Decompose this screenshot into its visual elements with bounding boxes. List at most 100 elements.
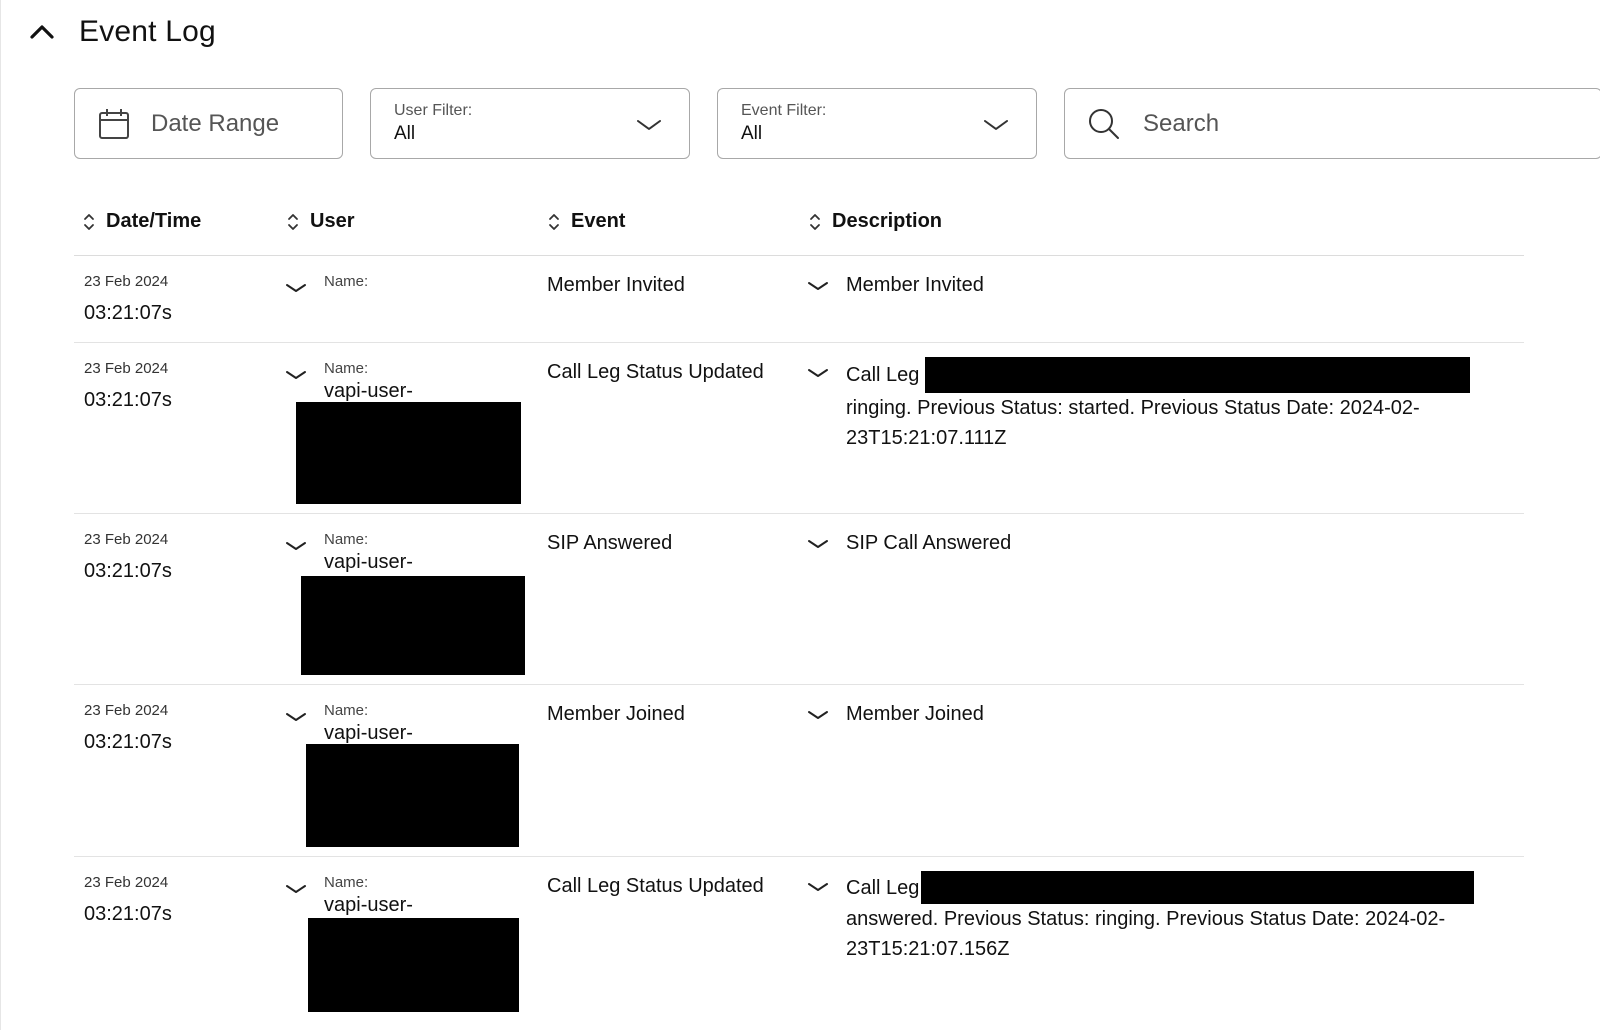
column-header-description[interactable]: Description [808, 210, 942, 233]
event-cell: Member Invited [547, 274, 685, 296]
column-header-label: Event [571, 210, 626, 232]
search-icon [1087, 107, 1121, 141]
search-box [1064, 88, 1600, 159]
column-header-user[interactable]: User [286, 210, 354, 233]
description-text: Call Leg [846, 876, 920, 899]
redacted-block [925, 357, 1471, 393]
sort-icon [286, 211, 300, 233]
redacted-block [308, 918, 519, 1012]
event-time: 03:21:07s [84, 389, 172, 411]
user-cell: Name: vapi-user- [324, 873, 413, 917]
search-input[interactable] [1141, 108, 1561, 139]
column-header-label: Date/Time [106, 210, 202, 232]
event-date: 23 Feb 2024 [84, 702, 169, 719]
event-time: 03:21:07s [84, 302, 172, 324]
name-label: Name: [324, 702, 369, 719]
table-header: Date/Time User Event Description [74, 196, 1524, 256]
user-cell: Name: vapi-user- [324, 359, 413, 403]
expand-description-button[interactable] [806, 703, 830, 727]
chevron-down-icon [808, 711, 828, 719]
table-row: 23 Feb 2024 03:21:07s Name: vapi-user- C… [74, 857, 1524, 1027]
date-time-cell: 23 Feb 2024 03:21:07s [84, 873, 172, 929]
date-time-cell: 23 Feb 2024 03:21:07s [84, 272, 172, 328]
chevron-up-icon [30, 25, 54, 39]
date-range-label: Date Range [151, 109, 280, 137]
event-filter-value: All [741, 122, 763, 144]
table-row: 23 Feb 2024 03:21:07s Name: vapi-user- C… [74, 343, 1524, 514]
expand-description-button[interactable] [806, 274, 830, 298]
expand-user-button[interactable] [284, 877, 308, 901]
expand-description-button[interactable] [806, 532, 830, 556]
user-name: vapi-user- [324, 722, 413, 744]
description-text: Member Joined [846, 703, 984, 725]
table-row: 23 Feb 2024 03:21:07s Name: Member Invit… [74, 256, 1524, 343]
expand-user-button[interactable] [284, 705, 308, 729]
name-label: Name: [324, 531, 369, 548]
description-cell: Member Joined [846, 699, 1506, 729]
name-label: Name: [324, 360, 369, 377]
chevron-down-icon [808, 282, 828, 290]
description-detail: answered. Previous Status: ringing. Prev… [846, 908, 1446, 960]
column-header-label: User [310, 210, 355, 232]
event-date: 23 Feb 2024 [84, 874, 169, 891]
event-date: 23 Feb 2024 [84, 360, 169, 377]
user-filter-select[interactable]: User Filter: All [370, 88, 690, 159]
date-range-button[interactable]: Date Range [74, 88, 343, 159]
description-text: SIP Call Answered [846, 532, 1012, 554]
date-time-cell: 23 Feb 2024 03:21:07s [84, 530, 172, 586]
expand-user-button[interactable] [284, 534, 308, 558]
user-cell: Name: [324, 272, 368, 292]
chevron-down-icon [808, 883, 828, 891]
description-cell: Member Invited [846, 270, 1506, 300]
user-name: vapi-user- [324, 894, 413, 916]
table-row: 23 Feb 2024 03:21:07s Name: vapi-user- M… [74, 685, 1524, 857]
description-text: Member Invited [846, 274, 984, 296]
chevron-down-icon [286, 542, 306, 550]
table-row: 23 Feb 2024 03:21:07s Name: vapi-user- S… [74, 514, 1524, 685]
expand-description-button[interactable] [806, 361, 830, 385]
date-time-cell: 23 Feb 2024 03:21:07s [84, 701, 172, 757]
description-cell: SIP Call Answered [846, 528, 1506, 558]
expand-description-button[interactable] [806, 875, 830, 899]
chevron-down-icon [286, 284, 306, 292]
description-cell: Call Leg answered. Previous Status: ring… [846, 871, 1506, 964]
event-time: 03:21:07s [84, 903, 172, 925]
event-time: 03:21:07s [84, 560, 172, 582]
page-title: Event Log [79, 15, 216, 48]
chevron-down-icon [286, 885, 306, 893]
sort-icon [808, 211, 822, 233]
redacted-block [296, 402, 521, 504]
chevron-down-icon [982, 111, 1010, 139]
event-filter-select[interactable]: Event Filter: All [717, 88, 1037, 159]
chevron-down-icon [808, 540, 828, 548]
event-cell: Call Leg Status Updated [547, 361, 764, 383]
collapse-button[interactable] [27, 17, 57, 47]
event-time: 03:21:07s [84, 731, 172, 753]
column-header-date-time[interactable]: Date/Time [82, 210, 201, 233]
user-filter-value: All [394, 122, 416, 144]
event-cell: Member Joined [547, 703, 685, 725]
description-cell: Call Leg ringing. Previous Status: start… [846, 357, 1506, 453]
user-name: vapi-user- [324, 380, 413, 402]
user-name: vapi-user- [324, 551, 413, 573]
chevron-down-icon [286, 371, 306, 379]
event-log-page: Event Log Date Range User Filter: All Ev… [1, 0, 1600, 1030]
date-time-cell: 23 Feb 2024 03:21:07s [84, 359, 172, 415]
name-label: Name: [324, 874, 369, 891]
expand-user-button[interactable] [284, 363, 308, 387]
redacted-block [306, 744, 519, 847]
user-cell: Name: vapi-user- [324, 701, 413, 745]
calendar-icon [97, 107, 131, 141]
user-filter-label: User Filter: [394, 101, 473, 119]
description-text: Call Leg [846, 364, 920, 386]
event-date: 23 Feb 2024 [84, 531, 169, 548]
event-filter-label: Event Filter: [741, 101, 827, 119]
event-table: Date/Time User Event Description 23 Feb … [74, 196, 1524, 1027]
chevron-down-icon [808, 369, 828, 377]
event-date: 23 Feb 2024 [84, 273, 169, 290]
column-header-label: Description [832, 210, 943, 232]
sort-icon [547, 211, 561, 233]
description-detail: ringing. Previous Status: started. Previ… [846, 397, 1420, 449]
expand-user-button[interactable] [284, 276, 308, 300]
column-header-event[interactable]: Event [547, 210, 625, 233]
